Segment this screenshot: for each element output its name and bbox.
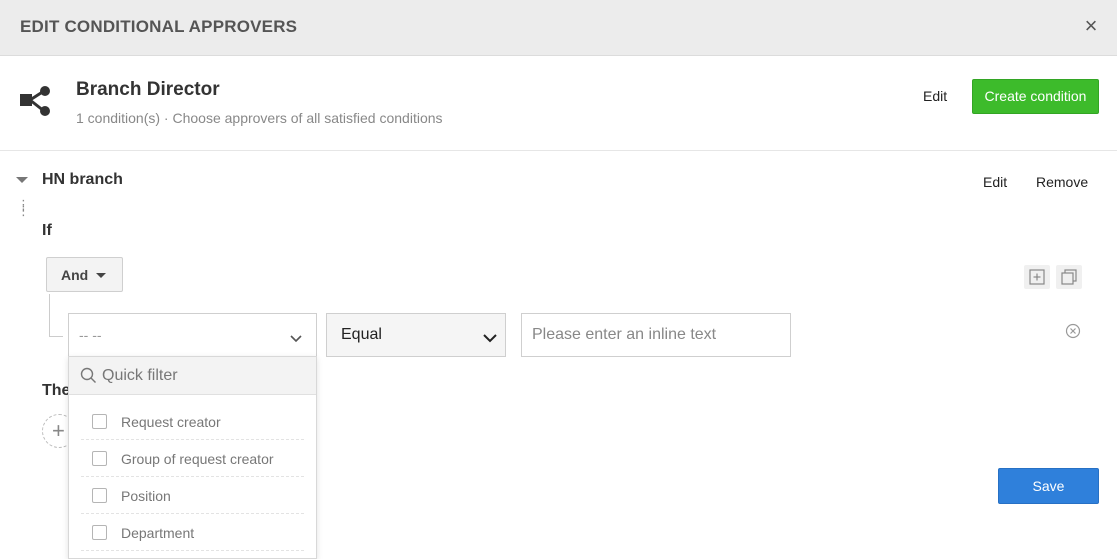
collapse-caret-icon[interactable] xyxy=(16,177,28,183)
option-label: Group of request creator xyxy=(121,451,274,467)
dropdown-option[interactable]: Request creator xyxy=(81,403,304,440)
option-checkbox[interactable] xyxy=(92,451,107,466)
save-button[interactable]: Save xyxy=(998,468,1099,504)
option-label: Department xyxy=(121,525,195,541)
approver-summary: 1 condition(s) · Choose approvers of all… xyxy=(76,110,443,126)
quick-filter-input[interactable] xyxy=(102,364,302,388)
drag-handle-icon[interactable]: ⋮ ⋮ xyxy=(17,198,31,217)
dialog-header: EDIT CONDITIONAL APPROVERS × xyxy=(0,0,1117,56)
field-dropdown-menu: Request creator Group of request creator… xyxy=(68,356,317,559)
add-rule-button[interactable] xyxy=(1024,265,1050,289)
rule-operator-select[interactable]: Equal xyxy=(326,313,506,357)
rule-field-value: -- -- xyxy=(79,327,102,343)
edit-condition-button[interactable]: Edit xyxy=(983,174,1007,190)
rule-value-input[interactable] xyxy=(521,313,791,357)
then-label: The xyxy=(42,382,71,399)
search-icon xyxy=(80,367,97,389)
condition-name: HN branch xyxy=(42,171,123,188)
rule-field-select[interactable]: -- -- xyxy=(68,313,317,357)
create-condition-button[interactable]: Create condition xyxy=(972,79,1099,114)
option-label: Request creator xyxy=(121,414,221,430)
approver-row: Branch Director 1 condition(s) · Choose … xyxy=(0,56,1117,151)
dropdown-option[interactable]: Department xyxy=(81,514,304,551)
dialog-title: EDIT CONDITIONAL APPROVERS xyxy=(20,17,298,36)
logic-operator-dropdown[interactable]: And xyxy=(46,257,123,292)
copy-icon xyxy=(1061,269,1077,285)
close-icon[interactable]: × xyxy=(1081,14,1101,38)
conditional-approvers-dialog: EDIT CONDITIONAL APPROVERS × Branch Dire… xyxy=(0,0,1117,559)
option-checkbox[interactable] xyxy=(92,525,107,540)
if-label: If xyxy=(42,222,52,239)
edit-approver-button[interactable]: Edit xyxy=(923,88,947,104)
logic-operator-label: And xyxy=(61,267,89,283)
copy-rule-button[interactable] xyxy=(1056,265,1082,289)
plus-square-icon xyxy=(1029,269,1045,285)
chevron-down-icon xyxy=(483,330,497,348)
option-checkbox[interactable] xyxy=(92,414,107,429)
share-nodes-icon xyxy=(20,86,52,123)
chevron-down-icon xyxy=(290,330,302,348)
approver-name: Branch Director xyxy=(76,79,220,100)
plus-icon: + xyxy=(52,418,65,443)
dropdown-option[interactable]: Position xyxy=(81,477,304,514)
dropdown-option[interactable]: Group of request creator xyxy=(81,440,304,477)
option-label: Position xyxy=(121,488,171,504)
caret-down-icon xyxy=(96,273,106,278)
rule-operator-value: Equal xyxy=(341,326,382,343)
quick-filter xyxy=(69,357,316,395)
remove-rule-icon[interactable] xyxy=(1065,323,1081,344)
option-checkbox[interactable] xyxy=(92,488,107,503)
remove-condition-button[interactable]: Remove xyxy=(1036,174,1088,190)
rule-connector xyxy=(49,294,63,337)
